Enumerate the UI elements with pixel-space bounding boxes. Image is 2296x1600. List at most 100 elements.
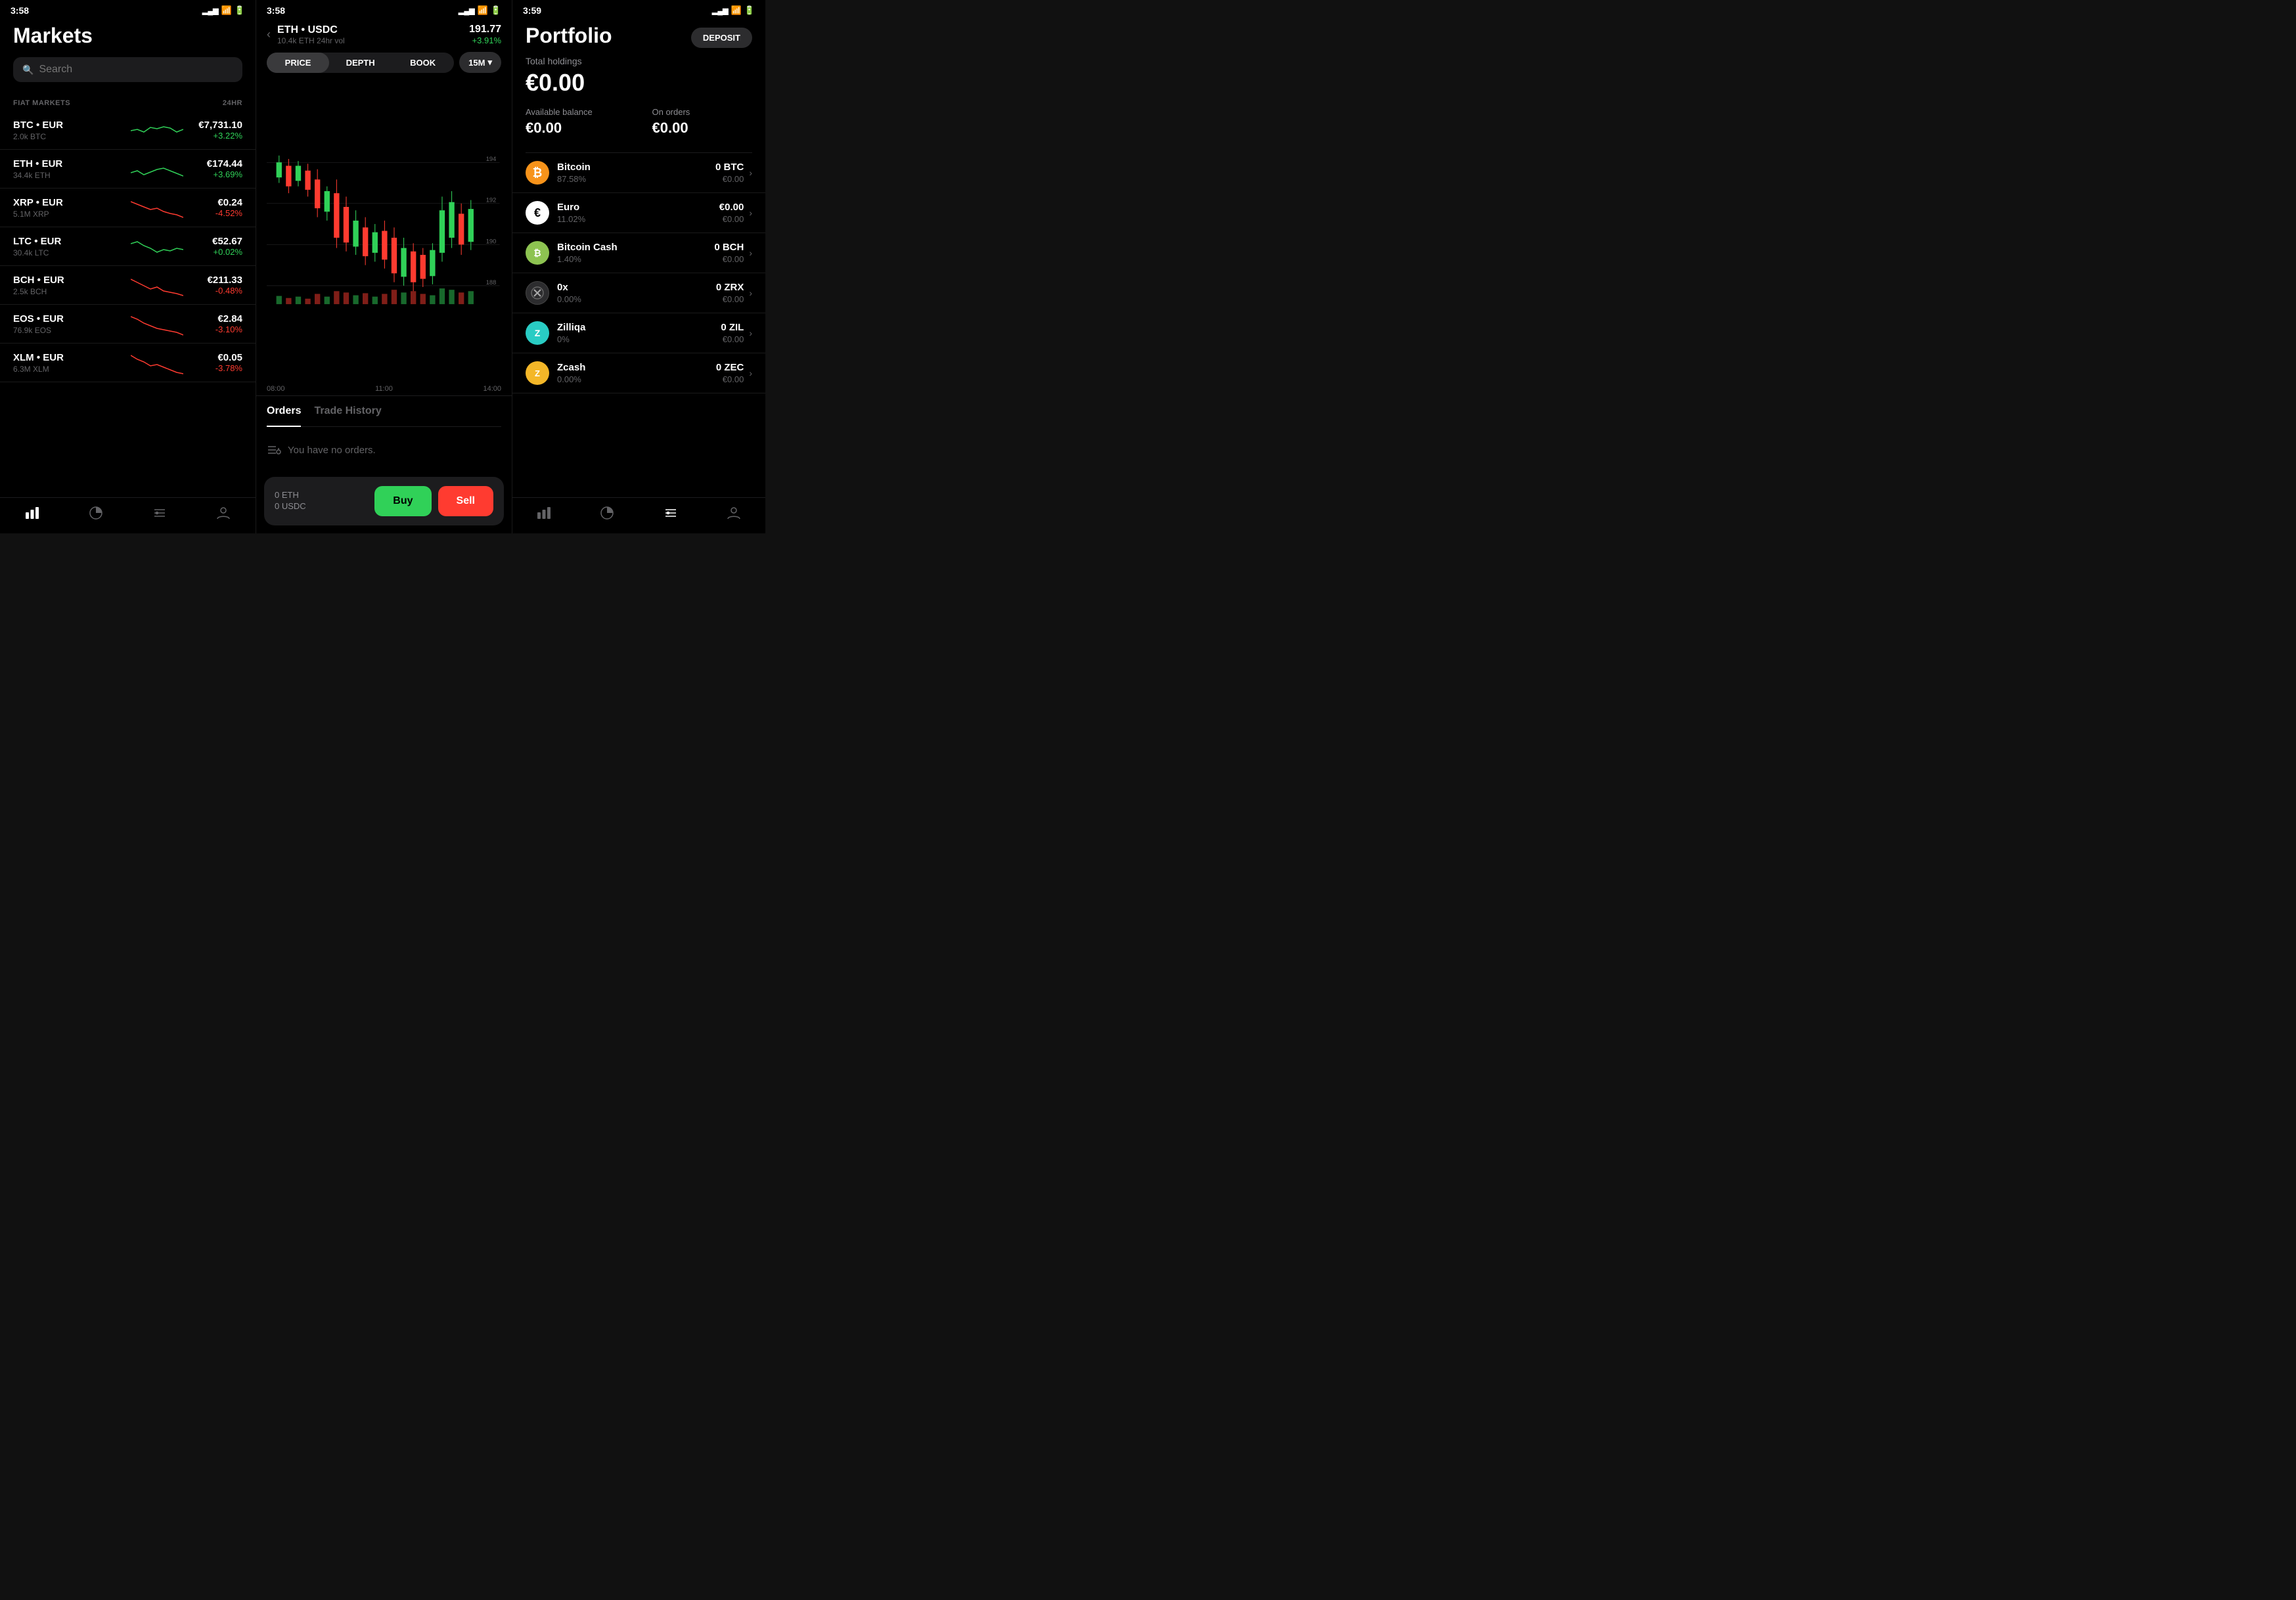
available-balance-label: Available balance — [526, 107, 626, 117]
chevron-down-icon: ▾ — [487, 57, 492, 68]
markets-panel: 3:58 ▂▄▆ 📶 🔋 Markets 🔍 FIAT MARKETS 24HR… — [0, 0, 256, 533]
market-pair-eos: EOS • EUR — [13, 313, 131, 324]
no-orders-message: You have no orders. — [267, 433, 501, 466]
market-price-bch: €211.33 -0.48% — [183, 275, 242, 296]
market-pair-bch: BCH • EUR — [13, 275, 131, 286]
eur-pct: 11.02% — [557, 214, 719, 224]
bch-value: 0 BCH €0.00 — [714, 242, 744, 264]
market-pair-btc: BTC • EUR — [13, 120, 131, 131]
zrx-symbol — [531, 286, 544, 300]
eth-balance: 0 ETH — [275, 490, 306, 500]
available-balance-value: €0.00 — [526, 120, 626, 137]
battery-icon: 🔋 — [235, 5, 245, 16]
svg-text:192: 192 — [486, 197, 497, 204]
asset-item-zec[interactable]: Z Zcash 0.00% 0 ZEC €0.00 › — [512, 353, 765, 393]
btc-info: Bitcoin 87.58% — [557, 162, 715, 184]
portfolio-title: Portfolio — [526, 24, 612, 48]
eur-eur: €0.00 — [719, 214, 744, 224]
nav-orders-icon-3[interactable] — [664, 506, 678, 520]
market-vol-eth: 34.4k ETH — [13, 171, 131, 180]
market-item-bch[interactable]: BCH • EUR 2.5k BCH €211.33 -0.48% — [0, 266, 256, 305]
timeframe-button[interactable]: 15M ▾ — [459, 52, 501, 73]
btc-icon: ₿ — [526, 161, 549, 185]
nav-account-icon-3[interactable] — [727, 506, 741, 520]
asset-item-eur[interactable]: € Euro 11.02% €0.00 €0.00 › — [512, 193, 765, 233]
sparkline-eos — [131, 311, 183, 336]
asset-item-zil[interactable]: Z Zilliqa 0% 0 ZIL €0.00 › — [512, 313, 765, 353]
sparkline-eth — [131, 156, 183, 181]
bch-name: Bitcoin Cash — [557, 242, 714, 253]
market-item-left-xrp: XRP • EUR 5.1M XRP — [13, 197, 131, 219]
nav-orders-icon[interactable] — [152, 506, 167, 520]
market-item-btc[interactable]: BTC • EUR 2.0k BTC €7,731.10 +3.22% — [0, 111, 256, 150]
asset-item-btc[interactable]: ₿ Bitcoin 87.58% 0 BTC €0.00 › — [512, 153, 765, 193]
chart-time-labels: 08:00 11:00 14:00 — [256, 382, 512, 395]
signal-icon-2: ▂▄▆ — [459, 7, 475, 15]
zec-pct: 0.00% — [557, 374, 716, 384]
person-icon-3 — [727, 506, 741, 520]
trade-balances: 0 ETH 0 USDC — [275, 490, 306, 512]
asset-item-bch[interactable]: ₿ Bitcoin Cash 1.40% 0 BCH €0.00 › — [512, 233, 765, 273]
sell-button[interactable]: Sell — [438, 486, 493, 516]
zil-value: 0 ZIL €0.00 — [721, 322, 744, 344]
market-price-ltc: €52.67 +0.02% — [183, 236, 242, 257]
bch-info: Bitcoin Cash 1.40% — [557, 242, 714, 264]
btc-chevron: › — [749, 167, 752, 178]
time-label-3: 14:00 — [483, 385, 501, 393]
portfolio-summary: Total holdings €0.00 Available balance €… — [512, 56, 765, 152]
orders-tabs: Orders Trade History — [267, 405, 501, 427]
tab-depth[interactable]: DEPTH — [329, 53, 392, 73]
market-item-xlm[interactable]: XLM • EUR 6.3M XLM €0.05 -3.78% — [0, 344, 256, 382]
candlestick-chart-container: 194 192 190 188 — [267, 79, 506, 382]
asset-list: ₿ Bitcoin 87.58% 0 BTC €0.00 › € Euro 11… — [512, 153, 765, 497]
market-item-xrp[interactable]: XRP • EUR 5.1M XRP €0.24 -4.52% — [0, 189, 256, 227]
wifi-icon: 📶 — [221, 5, 232, 16]
zec-name: Zcash — [557, 362, 716, 373]
btc-pct: 87.58% — [557, 174, 715, 184]
market-price-xlm: €0.05 -3.78% — [183, 352, 242, 373]
tab-book[interactable]: BOOK — [392, 53, 454, 73]
zec-info: Zcash 0.00% — [557, 362, 716, 384]
market-item-ltc[interactable]: LTC • EUR 30.4k LTC €52.67 +0.02% — [0, 227, 256, 266]
nav-markets-icon[interactable] — [25, 506, 39, 520]
zec-eur: €0.00 — [716, 374, 744, 384]
nav-account-icon[interactable] — [216, 506, 231, 520]
nav-markets-icon-3[interactable] — [537, 506, 551, 520]
section-label: FIAT MARKETS — [13, 99, 70, 107]
trade-bottom-bar: 0 ETH 0 USDC Buy Sell — [264, 477, 504, 525]
back-button[interactable]: ‹ — [267, 28, 271, 41]
bch-pct: 1.40% — [557, 254, 714, 264]
market-price-btc: €7,731.10 +3.22% — [183, 120, 242, 141]
on-orders-value: €0.00 — [652, 120, 753, 137]
sparkline-btc — [131, 118, 183, 143]
tab-trade-history[interactable]: Trade History — [314, 405, 381, 421]
market-item-eth[interactable]: ETH • EUR 34.4k ETH €174.44 +3.69% — [0, 150, 256, 189]
deposit-button[interactable]: DEPOSIT — [691, 28, 752, 48]
market-list: BTC • EUR 2.0k BTC €7,731.10 +3.22% ETH … — [0, 111, 256, 497]
no-orders-text: You have no orders. — [288, 445, 376, 456]
chart-header-price: 191.77 +3.91% — [469, 24, 501, 45]
eur-amount: €0.00 — [719, 202, 744, 213]
on-orders-section: On orders €0.00 — [652, 107, 753, 137]
portfolio-sub-row: Available balance €0.00 On orders €0.00 — [526, 107, 752, 137]
nav-portfolio-icon-3[interactable] — [600, 506, 614, 520]
total-holdings-label: Total holdings — [526, 56, 752, 66]
asset-item-zrx[interactable]: 0x 0.00% 0 ZRX €0.00 › — [512, 273, 765, 313]
search-bar[interactable]: 🔍 — [13, 57, 242, 82]
chart-volume: 10.4k ETH 24hr vol — [277, 36, 462, 45]
nav-portfolio-pie-icon[interactable] — [89, 506, 103, 520]
btc-value: 0 BTC €0.00 — [715, 162, 744, 184]
orders-section: Orders Trade History You have no orders. — [256, 395, 512, 472]
zec-amount: 0 ZEC — [716, 362, 744, 373]
market-pair-ltc: LTC • EUR — [13, 236, 131, 247]
market-item-eos[interactable]: EOS • EUR 76.9k EOS €2.84 -3.10% — [0, 305, 256, 344]
tab-price[interactable]: PRICE — [267, 53, 329, 73]
bch-chevron: › — [749, 248, 752, 258]
search-input[interactable] — [39, 64, 233, 76]
buy-button[interactable]: Buy — [374, 486, 431, 516]
status-icons-2: ▂▄▆ 📶 🔋 — [459, 5, 501, 16]
tab-orders[interactable]: Orders — [267, 405, 301, 427]
zrx-chevron: › — [749, 288, 752, 298]
portfolio-panel: 3:59 ▂▄▆ 📶 🔋 Portfolio DEPOSIT Total hol… — [512, 0, 765, 533]
market-vol-xrp: 5.1M XRP — [13, 210, 131, 219]
